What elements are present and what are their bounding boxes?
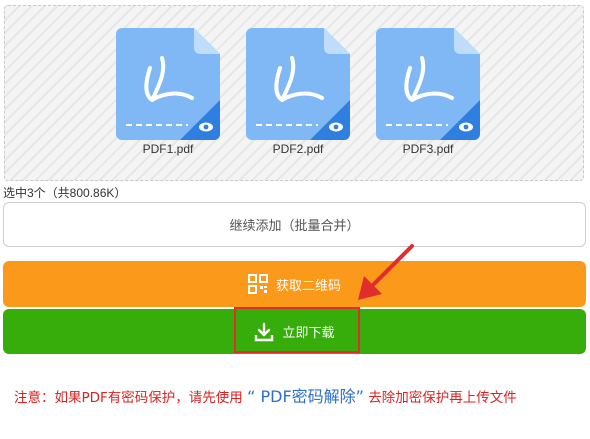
notice-suffix: 去除加密保护再上传文件	[368, 390, 517, 406]
get-qr-code-button[interactable]: 获取二维码	[3, 261, 586, 307]
annotation-arrow-icon	[358, 244, 414, 300]
add-more-button[interactable]: 继续添加（批量合并）	[3, 202, 586, 247]
qr-code-icon	[247, 274, 268, 294]
selection-summary: 选中3个（共800.86K）	[3, 186, 127, 200]
notice-prefix: 注意：如果PDF有密码保护，请先使用	[14, 390, 243, 406]
file-name: PDF2.pdf	[272, 142, 324, 156]
file-item-pdf2[interactable]: PDF2.pdf	[246, 28, 350, 156]
file-item-pdf1[interactable]: PDF1.pdf	[116, 28, 220, 156]
download-now-button[interactable]: 立即下载	[3, 309, 586, 354]
file-name: PDF3.pdf	[402, 142, 454, 156]
file-drop-zone[interactable]: PDF1.pdf PDF2.pdf PDF3.pdf	[4, 5, 584, 181]
pdf-file-icon	[246, 28, 350, 140]
pdf-file-icon	[376, 28, 480, 140]
download-label: 立即下载	[282, 326, 335, 341]
qr-code-label: 获取二维码	[275, 278, 341, 294]
password-notice: 注意：如果PDF有密码保护，请先使用 “ PDF密码解除” 去除加密保护再上传文…	[14, 386, 586, 409]
add-more-label: 继续添加（批量合并）	[229, 219, 360, 234]
pdf-file-icon	[116, 28, 220, 140]
file-item-pdf3[interactable]: PDF3.pdf	[376, 28, 480, 156]
download-icon	[255, 322, 274, 341]
file-name: PDF1.pdf	[142, 142, 194, 156]
pdf-unlock-link[interactable]: “ PDF密码解除”	[247, 387, 364, 406]
